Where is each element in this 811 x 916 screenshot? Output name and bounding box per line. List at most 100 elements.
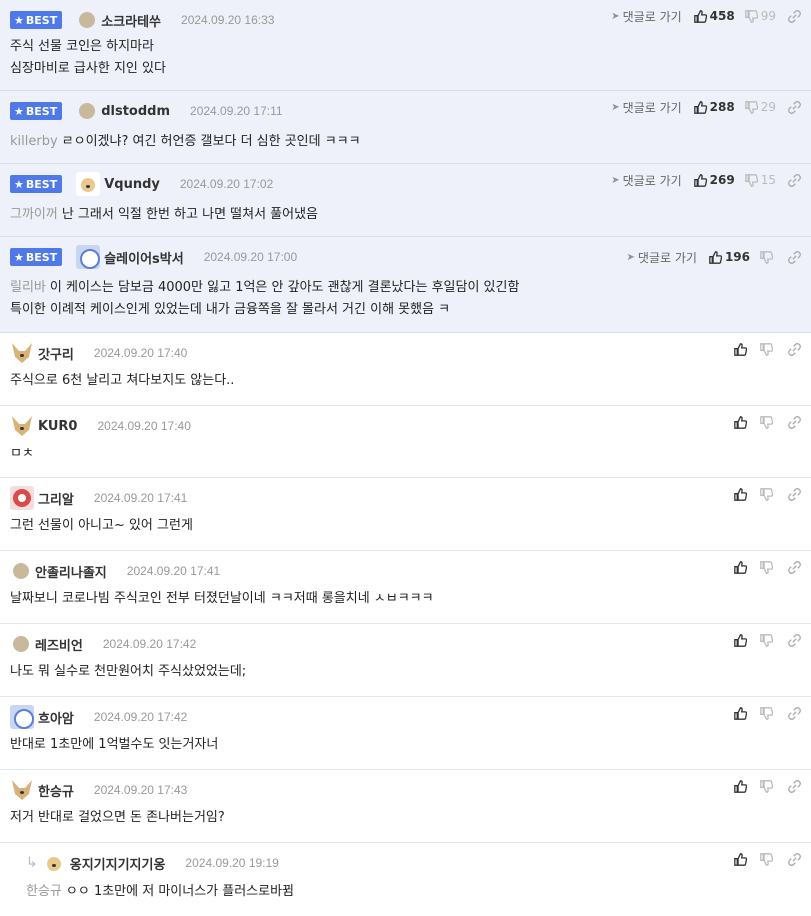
avatar [10, 341, 34, 365]
upvote-button[interactable] [734, 852, 750, 866]
best-comment: ★ BEST Vqundy 2024.09.20 17:02 ➤ 댓글로 가기 26… [0, 164, 811, 237]
link-icon[interactable] [788, 100, 801, 114]
best-comment: ★ BEST 슬레이어s박서 2024.09.20 17:00 ➤ 댓글로 가기 1… [0, 237, 811, 333]
mention[interactable]: 한승규 [26, 884, 62, 899]
avatar [79, 12, 96, 28]
author-name[interactable]: 갓구리 [38, 344, 74, 363]
thumbs-up-icon [734, 633, 747, 647]
comment-body: 한승규 ㅇㅇ 1초만에 저 마이너스가 플러스로바뀜 [26, 881, 294, 903]
downvote-button[interactable]: 99 [744, 9, 776, 23]
upvote-button[interactable] [734, 415, 750, 429]
best-label: BEST [25, 13, 58, 27]
mention[interactable]: killerby [10, 134, 58, 149]
comment: 갓구리 2024.09.20 17:40 주식으로 6천 날리고 쳐다보지도 않는… [0, 333, 811, 406]
comment: KUR0 2024.09.20 17:40 ㅁㅊ [0, 406, 811, 478]
author-name[interactable]: KUR0 [38, 419, 77, 434]
best-badge: ★ BEST [10, 102, 63, 120]
reply-label: 댓글로 가기 [622, 100, 682, 115]
comment: 레즈비언 2024.09.20 17:42 나도 뭐 실수로 천만원어치 주식샀었… [0, 624, 811, 697]
best-badge: ★ BEST [10, 248, 63, 266]
reply-arrow-icon: ➤ [611, 10, 620, 22]
mention[interactable]: 그까이꺼 [10, 207, 58, 222]
link-icon[interactable] [788, 342, 801, 356]
downvote-button[interactable] [760, 560, 776, 574]
link-icon[interactable] [788, 9, 801, 23]
author-name[interactable]: 안졸리나졸지 [35, 562, 107, 581]
comment-actions [734, 851, 801, 867]
downvote-button[interactable] [760, 250, 776, 264]
comment-text-line: 나도 뭐 실수로 천만원어치 주식샀었었는데; [10, 664, 247, 679]
thumbs-up-icon [734, 487, 747, 501]
link-icon[interactable] [788, 415, 801, 429]
upvote-button[interactable]: 269 [693, 173, 735, 187]
thumbs-down-icon [744, 9, 758, 23]
go-to-reply-link[interactable]: ➤ 댓글로 가기 [627, 249, 697, 266]
comment-actions [734, 705, 801, 721]
downvote-button[interactable] [760, 779, 776, 793]
author-name[interactable]: dlstoddm [101, 104, 170, 119]
thumbs-up-icon [734, 852, 747, 866]
thumbs-down-icon [760, 342, 773, 356]
author-name[interactable]: 그리알 [38, 489, 74, 508]
upvote-button[interactable]: 458 [693, 9, 735, 23]
upvote-button[interactable] [734, 633, 750, 647]
upvote-button[interactable] [734, 706, 750, 720]
comment-date: 2024.09.20 17:42 [102, 637, 197, 651]
comment-date: 2024.09.20 17:40 [93, 346, 188, 360]
thumbs-up-icon [734, 342, 747, 356]
go-to-reply-link[interactable]: ➤ 댓글로 가기 [611, 99, 681, 116]
downvote-button[interactable] [760, 487, 776, 501]
upvote-button[interactable] [734, 779, 750, 793]
link-icon[interactable] [788, 173, 801, 187]
author-name[interactable]: 소크라테쑤 [101, 11, 161, 30]
link-icon[interactable] [788, 852, 801, 866]
comment-body: 나도 뭐 실수로 천만원어치 주식샀었었는데; [10, 661, 246, 683]
upvote-button[interactable] [734, 487, 750, 501]
go-to-reply-link[interactable]: ➤ 댓글로 가기 [611, 172, 681, 189]
best-badge: ★ BEST [10, 11, 63, 29]
author-name[interactable]: Vqundy [104, 177, 160, 192]
comment-actions: ➤ 댓글로 가기 196 [627, 249, 801, 265]
downvote-count: 99 [760, 9, 776, 23]
thumbs-down-icon [760, 487, 773, 501]
link-icon[interactable] [788, 706, 801, 720]
downvote-button[interactable] [760, 342, 776, 356]
reply-indent-icon: ↳ [26, 855, 38, 871]
upvote-button[interactable]: 196 [709, 250, 750, 264]
comment-body: 저거 반대로 걸었으면 돈 존나버는거임? [10, 807, 225, 829]
comment-text-line: 날짜보니 코로나빔 주식코인 전부 터졌던날이네 ㅋㅋ저때 롱을치네 ㅅㅂㅋㅋㅋ [10, 591, 434, 606]
link-icon[interactable] [788, 779, 801, 793]
comment-actions [734, 778, 801, 794]
thumbs-down-icon [744, 173, 758, 187]
link-icon[interactable] [788, 487, 801, 501]
comment-date: 2024.09.20 17:41 [126, 564, 221, 578]
upvote-button[interactable]: 288 [693, 100, 735, 114]
author-name[interactable]: 흐아암 [38, 708, 74, 727]
link-icon[interactable] [788, 633, 801, 647]
avatar [10, 486, 34, 510]
comment-text-line: ㄹㅇ이겠냐? 여긴 허언증 갤보다 더 심한 곳인데 ㅋㅋㅋ [61, 134, 361, 149]
link-icon[interactable] [788, 250, 801, 264]
reply-label: 댓글로 가기 [622, 173, 682, 188]
go-to-reply-link[interactable]: ➤ 댓글로 가기 [611, 8, 681, 25]
downvote-button[interactable] [760, 415, 776, 429]
upvote-button[interactable] [734, 342, 750, 356]
author-name[interactable]: 옹지기지기지기옹 [70, 854, 166, 873]
link-icon[interactable] [788, 560, 801, 574]
comment-actions [734, 632, 801, 648]
mention[interactable]: 릴리바 [10, 280, 46, 295]
downvote-button[interactable]: 15 [744, 173, 776, 187]
downvote-button[interactable] [760, 633, 776, 647]
downvote-button[interactable] [760, 852, 776, 866]
reply-comment: ↳ 옹지기지기지기옹 2024.09.20 19:19 한승규 ㅇㅇ 1초만에 저 마… [0, 843, 811, 916]
author-name[interactable]: 한승규 [38, 781, 74, 800]
upvote-button[interactable] [734, 560, 750, 574]
comment: 흐아암 2024.09.20 17:42 반대로 1초만에 1억벌수도 잇는거자너 [0, 697, 811, 770]
thumbs-up-icon [734, 706, 747, 720]
downvote-button[interactable] [760, 706, 776, 720]
thumbs-up-icon [693, 173, 707, 187]
downvote-button[interactable]: 29 [744, 100, 776, 114]
author-name[interactable]: 슬레이어s박서 [104, 248, 184, 267]
author-name[interactable]: 레즈비언 [35, 635, 83, 654]
reply-arrow-icon: ➤ [626, 251, 635, 263]
